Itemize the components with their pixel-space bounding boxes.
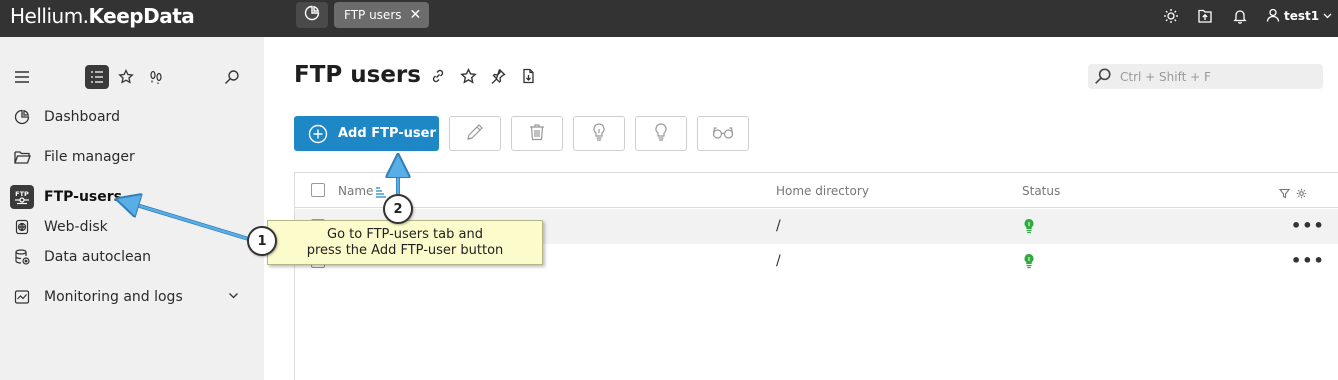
autoclean-icon <box>10 245 34 269</box>
glasses-icon <box>711 123 735 145</box>
column-header-home-directory[interactable]: Home directory <box>776 184 869 198</box>
folder-icon <box>10 145 34 169</box>
menu-hamburger-icon[interactable] <box>10 65 34 89</box>
user-menu[interactable]: test1 <box>1266 5 1332 27</box>
search-icon <box>1094 67 1112 89</box>
export-document-icon[interactable] <box>518 66 538 86</box>
column-header-status[interactable]: Status <box>1022 184 1060 198</box>
pie-chart-icon <box>304 5 320 25</box>
step-marker-2: 2 <box>383 194 413 224</box>
tab-close-icon[interactable]: ✕ <box>410 8 422 22</box>
dashboard-icon <box>10 105 34 129</box>
upload-icon[interactable] <box>1194 5 1216 27</box>
web-disk-icon <box>10 215 34 239</box>
tab-ftp-users[interactable]: FTP users ✕ <box>334 2 430 28</box>
page-title: FTP users <box>294 62 421 88</box>
dashboard-tab-button[interactable] <box>296 2 328 28</box>
ftp-icon: FTP <box>10 185 34 209</box>
row-actions-menu[interactable]: ••• <box>1291 251 1325 270</box>
link-icon[interactable] <box>428 66 448 86</box>
status-active-lightbulb-icon <box>1023 218 1035 238</box>
favorite-star-icon[interactable] <box>458 66 478 86</box>
menu-list-view-icon[interactable] <box>85 65 109 89</box>
ftp-users-table: Name Home directory Status / ••• / ••• <box>294 172 1338 380</box>
delete-button[interactable] <box>511 116 563 151</box>
instruction-callout: Go to FTP-users tab and press the Add FT… <box>267 220 543 265</box>
svg-text:FTP: FTP <box>15 190 29 198</box>
trash-icon <box>527 122 547 146</box>
top-bar: Hellium.KeepData FTP users ✕ test1 <box>0 0 1338 37</box>
notifications-bell-icon[interactable] <box>1229 5 1251 27</box>
chevron-down-icon <box>1323 9 1332 23</box>
chevron-down-icon[interactable] <box>228 289 239 305</box>
sidebar-item-monitoring-and-logs[interactable]: Monitoring and logs <box>0 283 264 311</box>
app-logo[interactable]: Hellium.KeepData <box>10 4 195 28</box>
user-icon <box>1266 8 1280 25</box>
sidebar-item-web-disk[interactable]: Web-disk <box>0 213 264 241</box>
status-active-lightbulb-icon <box>1023 253 1035 273</box>
plus-circle-icon <box>308 124 328 144</box>
view-button[interactable] <box>697 116 749 151</box>
sidebar-item-file-manager[interactable]: File manager <box>0 143 264 171</box>
add-ftp-user-button[interactable]: Add FTP-user <box>294 116 439 151</box>
sidebar: Dashboard File manager FTP FTP-users Web… <box>0 37 264 380</box>
row-home-directory: / <box>776 218 781 234</box>
monitoring-icon <box>10 285 34 309</box>
sidebar-item-dashboard[interactable]: Dashboard <box>0 103 264 131</box>
pin-icon[interactable] <box>488 66 508 86</box>
enable-button[interactable] <box>573 116 625 151</box>
search-input[interactable] <box>1120 66 1315 87</box>
lightbulb-on-icon <box>589 122 609 146</box>
footsteps-icon[interactable] <box>144 65 168 89</box>
user-name: test1 <box>1284 9 1320 23</box>
lightbulb-off-icon <box>651 122 671 146</box>
step-marker-1: 1 <box>247 226 277 256</box>
select-all-checkbox[interactable] <box>311 183 325 197</box>
table-header: Name Home directory Status <box>295 173 1338 208</box>
edit-button[interactable] <box>449 116 501 151</box>
theme-toggle-icon[interactable] <box>1160 5 1182 27</box>
row-home-directory: / <box>776 253 781 269</box>
favorites-star-icon[interactable] <box>114 65 138 89</box>
filter-icon[interactable] <box>1278 184 1291 203</box>
sidebar-search-icon[interactable] <box>220 65 244 89</box>
column-header-name[interactable]: Name <box>338 184 373 198</box>
table-settings-gear-icon[interactable] <box>1296 184 1307 203</box>
pencil-icon <box>465 122 485 146</box>
sidebar-item-ftp-users[interactable]: FTP FTP-users <box>0 183 264 211</box>
global-search <box>1088 64 1323 89</box>
sidebar-item-data-autoclean[interactable]: Data autoclean <box>0 243 264 271</box>
row-actions-menu[interactable]: ••• <box>1291 216 1325 235</box>
disable-button[interactable] <box>635 116 687 151</box>
